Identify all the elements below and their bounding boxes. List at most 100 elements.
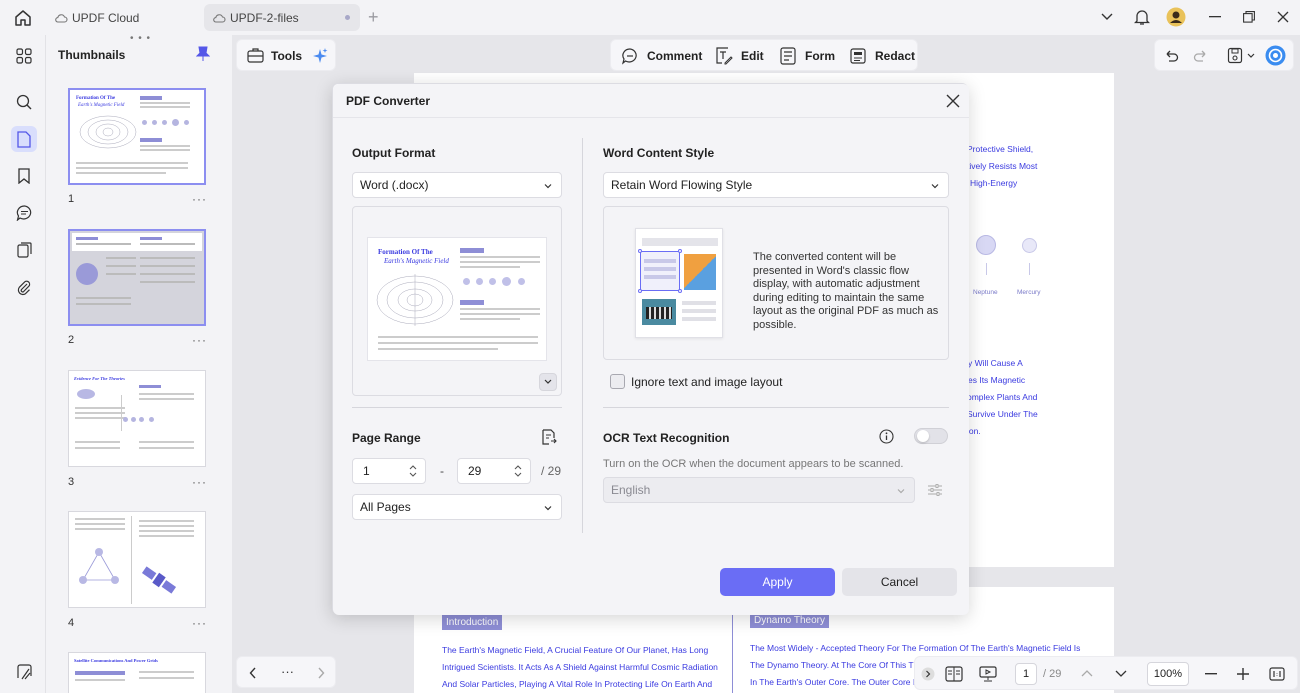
ai-sparkle-icon[interactable] <box>311 47 329 65</box>
page-zoom-bar: 1 / 29 100% <box>914 656 1298 690</box>
edit-label: Edit <box>741 49 764 63</box>
tab-label: UPDF-2-files <box>230 10 299 25</box>
range-total: / 29 <box>541 464 562 478</box>
current-page-input[interactable]: 1 <box>1015 663 1037 685</box>
chevron-down-icon <box>931 184 939 189</box>
redact-mode-button[interactable]: Redact <box>849 40 915 72</box>
divider <box>603 407 949 408</box>
save-icon[interactable] <box>1227 47 1243 64</box>
page-thumbnail-2[interactable] <box>68 229 206 326</box>
previous-page-chevron-up-icon[interactable] <box>1081 669 1093 677</box>
page-range-from-input[interactable]: 1 <box>352 458 426 484</box>
apply-button[interactable]: Apply <box>720 568 835 596</box>
section-heading: Dynamo Theory <box>750 613 829 628</box>
grid-organize-icon[interactable] <box>11 43 37 69</box>
home-icon[interactable] <box>12 7 34 29</box>
edit-mode-button[interactable]: Edit <box>715 40 764 72</box>
ocr-language-select[interactable]: English <box>603 477 915 503</box>
avatar[interactable] <box>1165 6 1187 28</box>
ocr-toggle[interactable] <box>914 428 948 444</box>
panel-grip-icon[interactable]: • • • <box>130 33 151 44</box>
thumbnail-page-number: 3 <box>68 476 75 488</box>
minimize-icon[interactable] <box>1204 6 1226 28</box>
thumbnail-more-icon[interactable]: ··· <box>192 475 207 489</box>
page-range-to-input[interactable]: 29 <box>457 458 531 484</box>
thumbnail-more-icon[interactable]: ··· <box>192 333 207 347</box>
updf-ai-logo-icon[interactable] <box>1265 45 1286 66</box>
stepper-arrows-icon[interactable] <box>409 463 417 479</box>
zoom-level-input[interactable]: 100% <box>1147 662 1189 686</box>
undo-icon[interactable] <box>1163 48 1179 64</box>
notification-bell-icon[interactable] <box>1131 6 1153 28</box>
cloud-icon <box>55 13 68 23</box>
bookmark-icon[interactable] <box>11 163 37 189</box>
pages-stack-icon[interactable] <box>11 237 37 263</box>
thumbnail-subtitle: Earth's Magnetic Field <box>78 103 125 108</box>
tab-updf-cloud[interactable]: UPDF Cloud <box>46 4 198 31</box>
page-thumbnail-4[interactable] <box>68 511 206 608</box>
planet-label: Mercury <box>1017 289 1041 296</box>
attachment-icon[interactable] <box>11 274 37 300</box>
doc-line: es Its Magnetic <box>968 375 1026 385</box>
redo-icon[interactable] <box>1193 48 1209 64</box>
thumbnails-icon[interactable] <box>11 126 37 152</box>
planet-label: Neptune <box>973 289 998 296</box>
page-thumbnail-1[interactable]: Formation Of The Earth's Magnetic Field <box>68 88 206 185</box>
mode-toolbar: Comment Edit Form Redact <box>610 39 918 71</box>
zoom-out-icon[interactable] <box>1205 673 1217 675</box>
ignore-layout-checkbox[interactable] <box>610 374 625 389</box>
page-thumbnail-3[interactable]: Evidence For The Theories <box>68 370 206 467</box>
ocr-settings-sliders-icon[interactable] <box>927 482 943 498</box>
thumbnail-more-icon[interactable]: ··· <box>192 616 207 630</box>
reading-mode-icon[interactable] <box>945 666 963 682</box>
output-format-select[interactable]: Word (.docx) <box>352 172 562 198</box>
pdf-converter-dialog: PDF Converter Output Format Word (.docx)… <box>332 83 969 615</box>
word-style-select[interactable]: Retain Word Flowing Style <box>603 172 949 198</box>
ocr-description: Turn on the OCR when the document appear… <box>603 458 904 470</box>
history-toolbar <box>1154 39 1294 71</box>
chevron-down-icon[interactable] <box>1096 6 1118 28</box>
comment-mode-button[interactable]: Comment <box>621 40 702 72</box>
panel-title: Thumbnails <box>58 48 126 62</box>
collapse-arrow-icon[interactable] <box>921 667 935 681</box>
next-page-chevron-down-icon[interactable] <box>1115 670 1127 678</box>
thumbnail-title: Evidence For The Theories <box>74 376 125 381</box>
chevron-left-icon[interactable] <box>249 667 257 679</box>
form-icon <box>780 47 796 65</box>
expand-preview-button[interactable] <box>539 373 557 391</box>
bottom-nav-left: ··· <box>236 656 336 688</box>
zoom-in-icon[interactable] <box>1237 668 1249 680</box>
chevron-down-icon <box>544 379 552 384</box>
panel-layout-icon[interactable] <box>11 659 37 685</box>
info-icon[interactable] <box>879 429 894 444</box>
divider <box>352 407 562 408</box>
pin-icon[interactable] <box>195 46 211 62</box>
doc-line: ion. <box>967 426 981 436</box>
tools-button[interactable]: Tools <box>236 39 336 71</box>
tab-updf-2-files[interactable]: UPDF-2-files <box>204 4 360 31</box>
presentation-icon[interactable] <box>979 666 997 682</box>
range-to-value: 29 <box>468 464 482 478</box>
form-mode-button[interactable]: Form <box>779 40 835 72</box>
doc-line: y Will Cause A <box>968 358 1023 368</box>
section-heading: Introduction <box>442 615 503 630</box>
new-tab-plus-icon[interactable]: + <box>368 7 379 28</box>
page-subset-select[interactable]: All Pages <box>352 494 562 520</box>
preview-subtitle: Earth's Magnetic Field <box>384 257 449 265</box>
more-icon[interactable]: ··· <box>281 664 294 679</box>
stepper-arrows-icon[interactable] <box>514 463 522 479</box>
restore-icon[interactable] <box>1238 6 1260 28</box>
search-icon[interactable] <box>11 89 37 115</box>
cancel-button[interactable]: Cancel <box>842 568 957 596</box>
page-thumbnail-5[interactable]: Satellite Communications And Power Grids <box>68 652 206 693</box>
save-dropdown-chevron-icon[interactable] <box>1247 53 1255 59</box>
doc-line: The Most Widely - Accepted Theory For Th… <box>750 643 1081 653</box>
thumbnail-more-icon[interactable]: ··· <box>192 192 207 206</box>
comments-icon[interactable] <box>11 200 37 226</box>
chevron-right-icon[interactable] <box>317 667 325 679</box>
page-select-icon[interactable] <box>540 429 557 446</box>
close-window-icon[interactable] <box>1272 6 1294 28</box>
close-icon[interactable] <box>945 93 961 109</box>
actual-size-icon[interactable] <box>1269 667 1285 681</box>
comment-label: Comment <box>647 49 703 63</box>
